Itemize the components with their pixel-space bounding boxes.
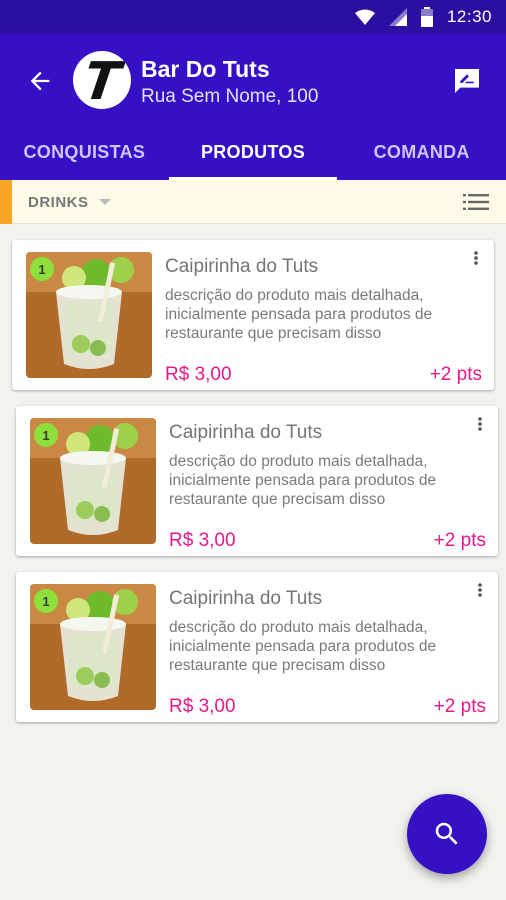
signal-icon <box>388 8 407 26</box>
search-icon <box>435 822 458 845</box>
search-fab-button[interactable] <box>407 794 487 874</box>
category-filter-bar: DRINKS <box>0 180 506 224</box>
list-view-icon <box>463 194 489 210</box>
product-price: R$ 3,00 <box>165 364 232 385</box>
battery-icon <box>420 7 433 27</box>
product-card[interactable]: 1 Caipirinha do Tuts descrição do produt… <box>16 406 498 556</box>
quantity-badge: 1 <box>34 423 58 447</box>
status-bar: 12:30 <box>0 0 506 34</box>
category-dropdown[interactable]: DRINKS <box>28 180 111 224</box>
card-overflow-menu-button[interactable] <box>466 246 486 270</box>
product-description: descrição do produto mais detalhada, ini… <box>165 287 433 342</box>
product-points: +2 pts <box>429 364 482 385</box>
product-description: descrição do produto mais detalhada, ini… <box>169 453 437 508</box>
message-edit-button[interactable] <box>449 63 485 99</box>
product-price: R$ 3,00 <box>169 696 236 717</box>
product-name: Caipirinha do Tuts <box>169 588 323 609</box>
message-edit-icon <box>455 69 479 93</box>
product-name: Caipirinha do Tuts <box>169 422 323 443</box>
filter-accent-strip <box>0 180 12 224</box>
tab-conquistas[interactable]: CONQUISTAS <box>0 124 169 180</box>
arrow-left-icon <box>30 71 50 91</box>
back-button[interactable] <box>22 63 58 99</box>
card-overflow-menu-button[interactable] <box>470 578 490 602</box>
app-bar: T Bar Do Tuts Rua Sem Nome, 100 CONQUIST… <box>0 34 506 180</box>
product-points: +2 pts <box>433 696 486 717</box>
wifi-icon <box>354 9 375 25</box>
bar-name: Bar Do Tuts <box>141 56 270 82</box>
product-price: R$ 3,00 <box>169 530 236 551</box>
product-card[interactable]: 1 Caipirinha do Tuts descrição do produt… <box>12 240 494 390</box>
product-description: descrição do produto mais detalhada, ini… <box>169 619 437 674</box>
card-overflow-menu-button[interactable] <box>470 412 490 436</box>
bar-logo: T <box>73 51 131 109</box>
tab-produtos[interactable]: PRODUTOS <box>168 124 338 180</box>
product-name: Caipirinha do Tuts <box>165 256 319 277</box>
more-vert-icon <box>478 417 482 431</box>
product-card[interactable]: 1 Caipirinha do Tuts descrição do produt… <box>16 572 498 722</box>
status-time: 12:30 <box>446 7 492 26</box>
bar-address: Rua Sem Nome, 100 <box>141 86 319 107</box>
tab-bar: CONQUISTAS PRODUTOS COMANDA <box>0 124 506 180</box>
category-label: DRINKS <box>28 193 89 211</box>
quantity-badge: 1 <box>34 589 58 613</box>
toolbar: T Bar Do Tuts Rua Sem Nome, 100 <box>0 34 506 124</box>
product-points: +2 pts <box>433 530 486 551</box>
caret-down-icon <box>98 199 111 205</box>
list-view-button[interactable] <box>459 188 493 216</box>
more-vert-icon <box>478 583 482 597</box>
quantity-badge: 1 <box>30 257 54 281</box>
more-vert-icon <box>474 251 478 265</box>
tab-comanda[interactable]: COMANDA <box>337 124 506 180</box>
